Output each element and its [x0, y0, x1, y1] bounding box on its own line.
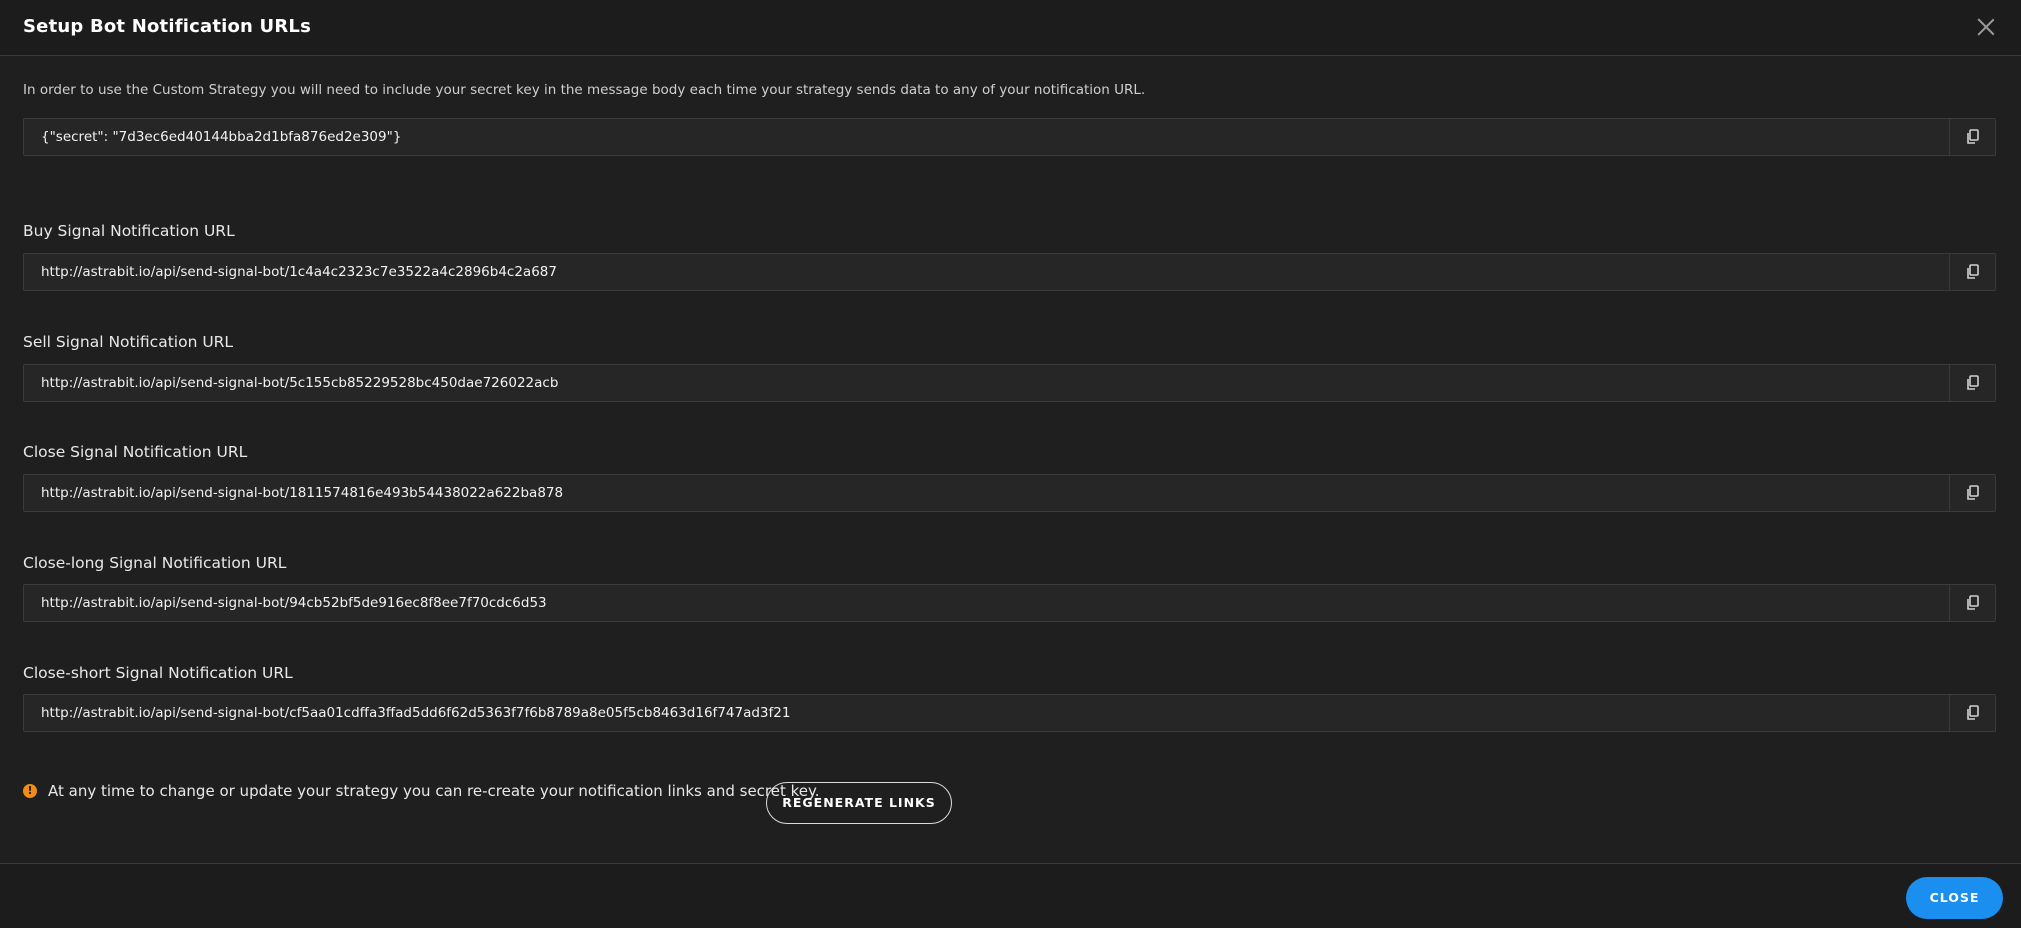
note-text: At any time to change or update your str…: [48, 782, 820, 800]
secret-field[interactable]: {"secret": "7d3ec6ed40144bba2d1bfa876ed2…: [23, 118, 1996, 156]
copy-buy-url-button[interactable]: [1949, 254, 1995, 290]
secret-value: {"secret": "7d3ec6ed40144bba2d1bfa876ed2…: [41, 129, 402, 145]
copy-close-short-url-button[interactable]: [1949, 695, 1995, 731]
copy-icon: [1967, 485, 1979, 500]
close-short-url-field[interactable]: http://astrabit.io/api/send-signal-bot/c…: [23, 694, 1996, 732]
buy-url-value: http://astrabit.io/api/send-signal-bot/1…: [41, 264, 557, 280]
copy-icon: [1967, 705, 1979, 720]
close-url-value: http://astrabit.io/api/send-signal-bot/1…: [41, 485, 564, 501]
copy-icon: [1967, 375, 1979, 390]
sell-url-value: http://astrabit.io/api/send-signal-bot/5…: [41, 375, 559, 391]
close-url-label: Close Signal Notification URL: [23, 443, 248, 461]
modal-header: Setup Bot Notification URLs: [0, 0, 2021, 56]
modal-footer: CLOSE: [0, 863, 2021, 928]
close-button[interactable]: CLOSE: [1906, 877, 2003, 919]
buy-url-field[interactable]: http://astrabit.io/api/send-signal-bot/1…: [23, 253, 1996, 291]
sell-url-label: Sell Signal Notification URL: [23, 333, 234, 351]
regenerate-links-button[interactable]: REGENERATE LINKS: [766, 782, 952, 824]
close-long-url-value: http://astrabit.io/api/send-signal-bot/9…: [41, 595, 547, 611]
copy-icon: [1967, 129, 1979, 144]
buy-url-label: Buy Signal Notification URL: [23, 222, 235, 240]
close-icon[interactable]: [1977, 18, 1995, 36]
copy-sell-url-button[interactable]: [1949, 365, 1995, 401]
copy-close-long-url-button[interactable]: [1949, 585, 1995, 621]
copy-icon: [1967, 595, 1979, 610]
intro-text: In order to use the Custom Strategy you …: [23, 82, 1146, 98]
sell-url-field[interactable]: http://astrabit.io/api/send-signal-bot/5…: [23, 364, 1996, 402]
copy-secret-button[interactable]: [1949, 119, 1995, 155]
close-long-url-field[interactable]: http://astrabit.io/api/send-signal-bot/9…: [23, 584, 1996, 622]
close-short-url-value: http://astrabit.io/api/send-signal-bot/c…: [41, 705, 791, 721]
warning-icon: !: [23, 784, 37, 798]
close-url-field[interactable]: http://astrabit.io/api/send-signal-bot/1…: [23, 474, 1996, 512]
copy-close-url-button[interactable]: [1949, 475, 1995, 511]
close-short-url-label: Close-short Signal Notification URL: [23, 664, 293, 682]
copy-icon: [1967, 264, 1979, 279]
notification-urls-modal: Setup Bot Notification URLs In order to …: [0, 0, 2021, 928]
close-long-url-label: Close-long Signal Notification URL: [23, 554, 287, 572]
modal-title: Setup Bot Notification URLs: [23, 16, 312, 37]
